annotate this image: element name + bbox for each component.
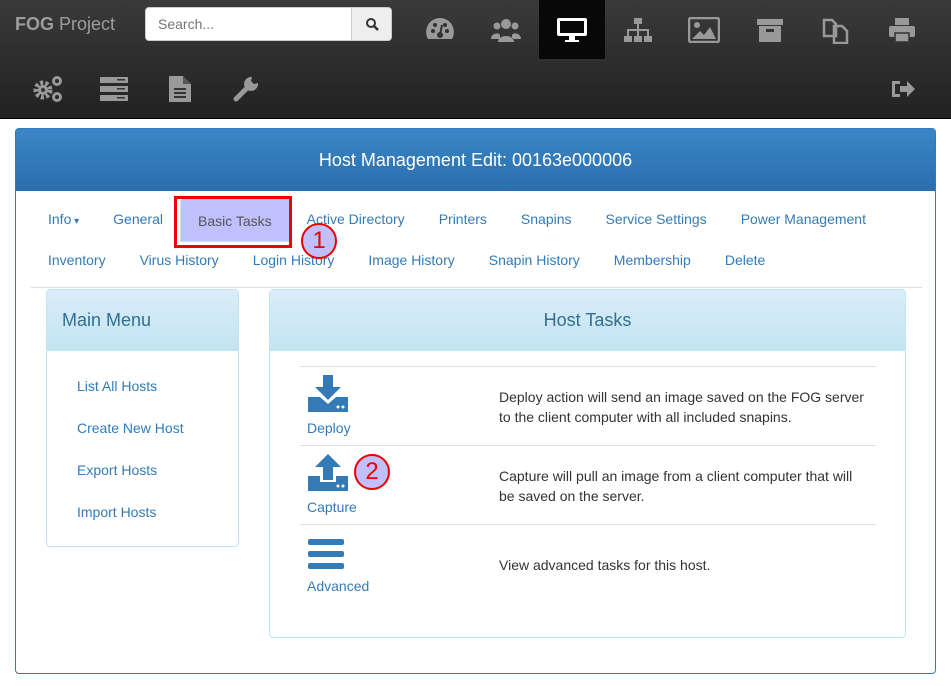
brand-logo[interactable]: FOG Project: [15, 14, 115, 35]
page-title: Host Management Edit: 00163e000006: [16, 129, 935, 191]
nav-copy[interactable]: [803, 0, 869, 59]
tab-image-history[interactable]: Image History: [351, 240, 471, 281]
sign-out-icon: [892, 80, 915, 97]
file-text-icon: [169, 75, 191, 102]
nav-print[interactable]: [869, 0, 935, 59]
nav-wrench[interactable]: [213, 59, 279, 118]
main-menu: Main Menu List All Hosts Create New Host E…: [46, 289, 239, 547]
tab-info[interactable]: Info ▾: [31, 199, 96, 240]
tab-printers[interactable]: Printers: [422, 199, 504, 240]
tab-service-settings[interactable]: Service Settings: [589, 199, 724, 240]
advanced-button[interactable]: [307, 533, 349, 571]
tab-membership[interactable]: Membership: [597, 240, 708, 281]
users-icon: [491, 18, 521, 42]
copy-icon: [822, 18, 849, 44]
server-icon: [100, 76, 128, 101]
tab-general[interactable]: General: [96, 199, 180, 240]
task-row-capture: Capture Capture will pull an image from a…: [300, 445, 876, 524]
image-icon: [688, 16, 720, 43]
search-form: [145, 7, 392, 41]
cogs-icon: [33, 75, 62, 102]
search-input[interactable]: [145, 7, 352, 41]
nav-dashboard[interactable]: [407, 0, 473, 59]
nav-image[interactable]: [671, 0, 737, 59]
task-description: Deploy action will send an image saved o…: [499, 388, 864, 425]
tab-inventory[interactable]: Inventory: [31, 240, 123, 281]
nav-archive[interactable]: [737, 0, 803, 59]
print-icon: [889, 17, 915, 43]
search-icon: [365, 18, 379, 31]
deploy-button[interactable]: [307, 375, 349, 413]
bars-icon: [308, 539, 344, 569]
nav-desktop[interactable]: [539, 0, 605, 59]
download-icon: [308, 375, 348, 412]
task-description: Capture will pull an image from a client…: [499, 467, 853, 504]
tab-power-management[interactable]: Power Management: [724, 199, 883, 240]
capture-button[interactable]: [307, 454, 349, 492]
task-row-advanced: Advanced View advanced tasks for this hos…: [300, 524, 876, 603]
task-row-deploy: Deploy Deploy action will send an image s…: [300, 366, 876, 445]
menu-list-all-hosts[interactable]: List All Hosts: [47, 365, 238, 407]
nav-users[interactable]: [473, 0, 539, 59]
capture-link[interactable]: Capture: [307, 499, 357, 515]
nav-sitemap[interactable]: [605, 0, 671, 59]
tab-virus-history[interactable]: Virus History: [123, 240, 236, 281]
sitemap-icon: [624, 17, 652, 42]
wrench-icon: [233, 76, 259, 101]
top-navbar: FOG Project: [0, 0, 951, 119]
advanced-link[interactable]: Advanced: [307, 578, 369, 594]
annotation-marker-1: 1: [301, 223, 337, 259]
tab-divider: [31, 287, 922, 288]
search-button[interactable]: [352, 7, 392, 41]
host-tabs: Info ▾ General Basic Tasks Active Directory…: [31, 197, 922, 281]
nav-server[interactable]: [81, 59, 147, 118]
tab-snapins[interactable]: Snapins: [504, 199, 589, 240]
desktop-icon: [557, 17, 587, 42]
logout-button[interactable]: [870, 59, 936, 118]
tab-delete[interactable]: Delete: [708, 240, 782, 281]
archive-icon: [757, 18, 783, 42]
host-tasks-title: Host Tasks: [270, 290, 905, 351]
deploy-link[interactable]: Deploy: [307, 420, 351, 436]
menu-create-new-host[interactable]: Create New Host: [47, 407, 238, 449]
menu-export-hosts[interactable]: Export Hosts: [47, 449, 238, 491]
dashboard-icon: [426, 17, 454, 39]
main-menu-title: Main Menu: [47, 290, 238, 351]
tab-snapin-history[interactable]: Snapin History: [472, 240, 597, 281]
tab-basic-tasks[interactable]: Basic Tasks: [179, 197, 290, 242]
menu-import-hosts[interactable]: Import Hosts: [47, 491, 238, 533]
upload-icon: [308, 454, 348, 491]
task-description: View advanced tasks for this host.: [499, 556, 711, 573]
annotation-marker-2: 2: [354, 454, 390, 490]
nav-file-text[interactable]: [147, 59, 213, 118]
caret-down-icon: ▾: [71, 216, 80, 227]
host-edit-panel: Host Management Edit: 00163e000006 Info …: [15, 128, 936, 674]
nav-cogs[interactable]: [15, 59, 81, 118]
